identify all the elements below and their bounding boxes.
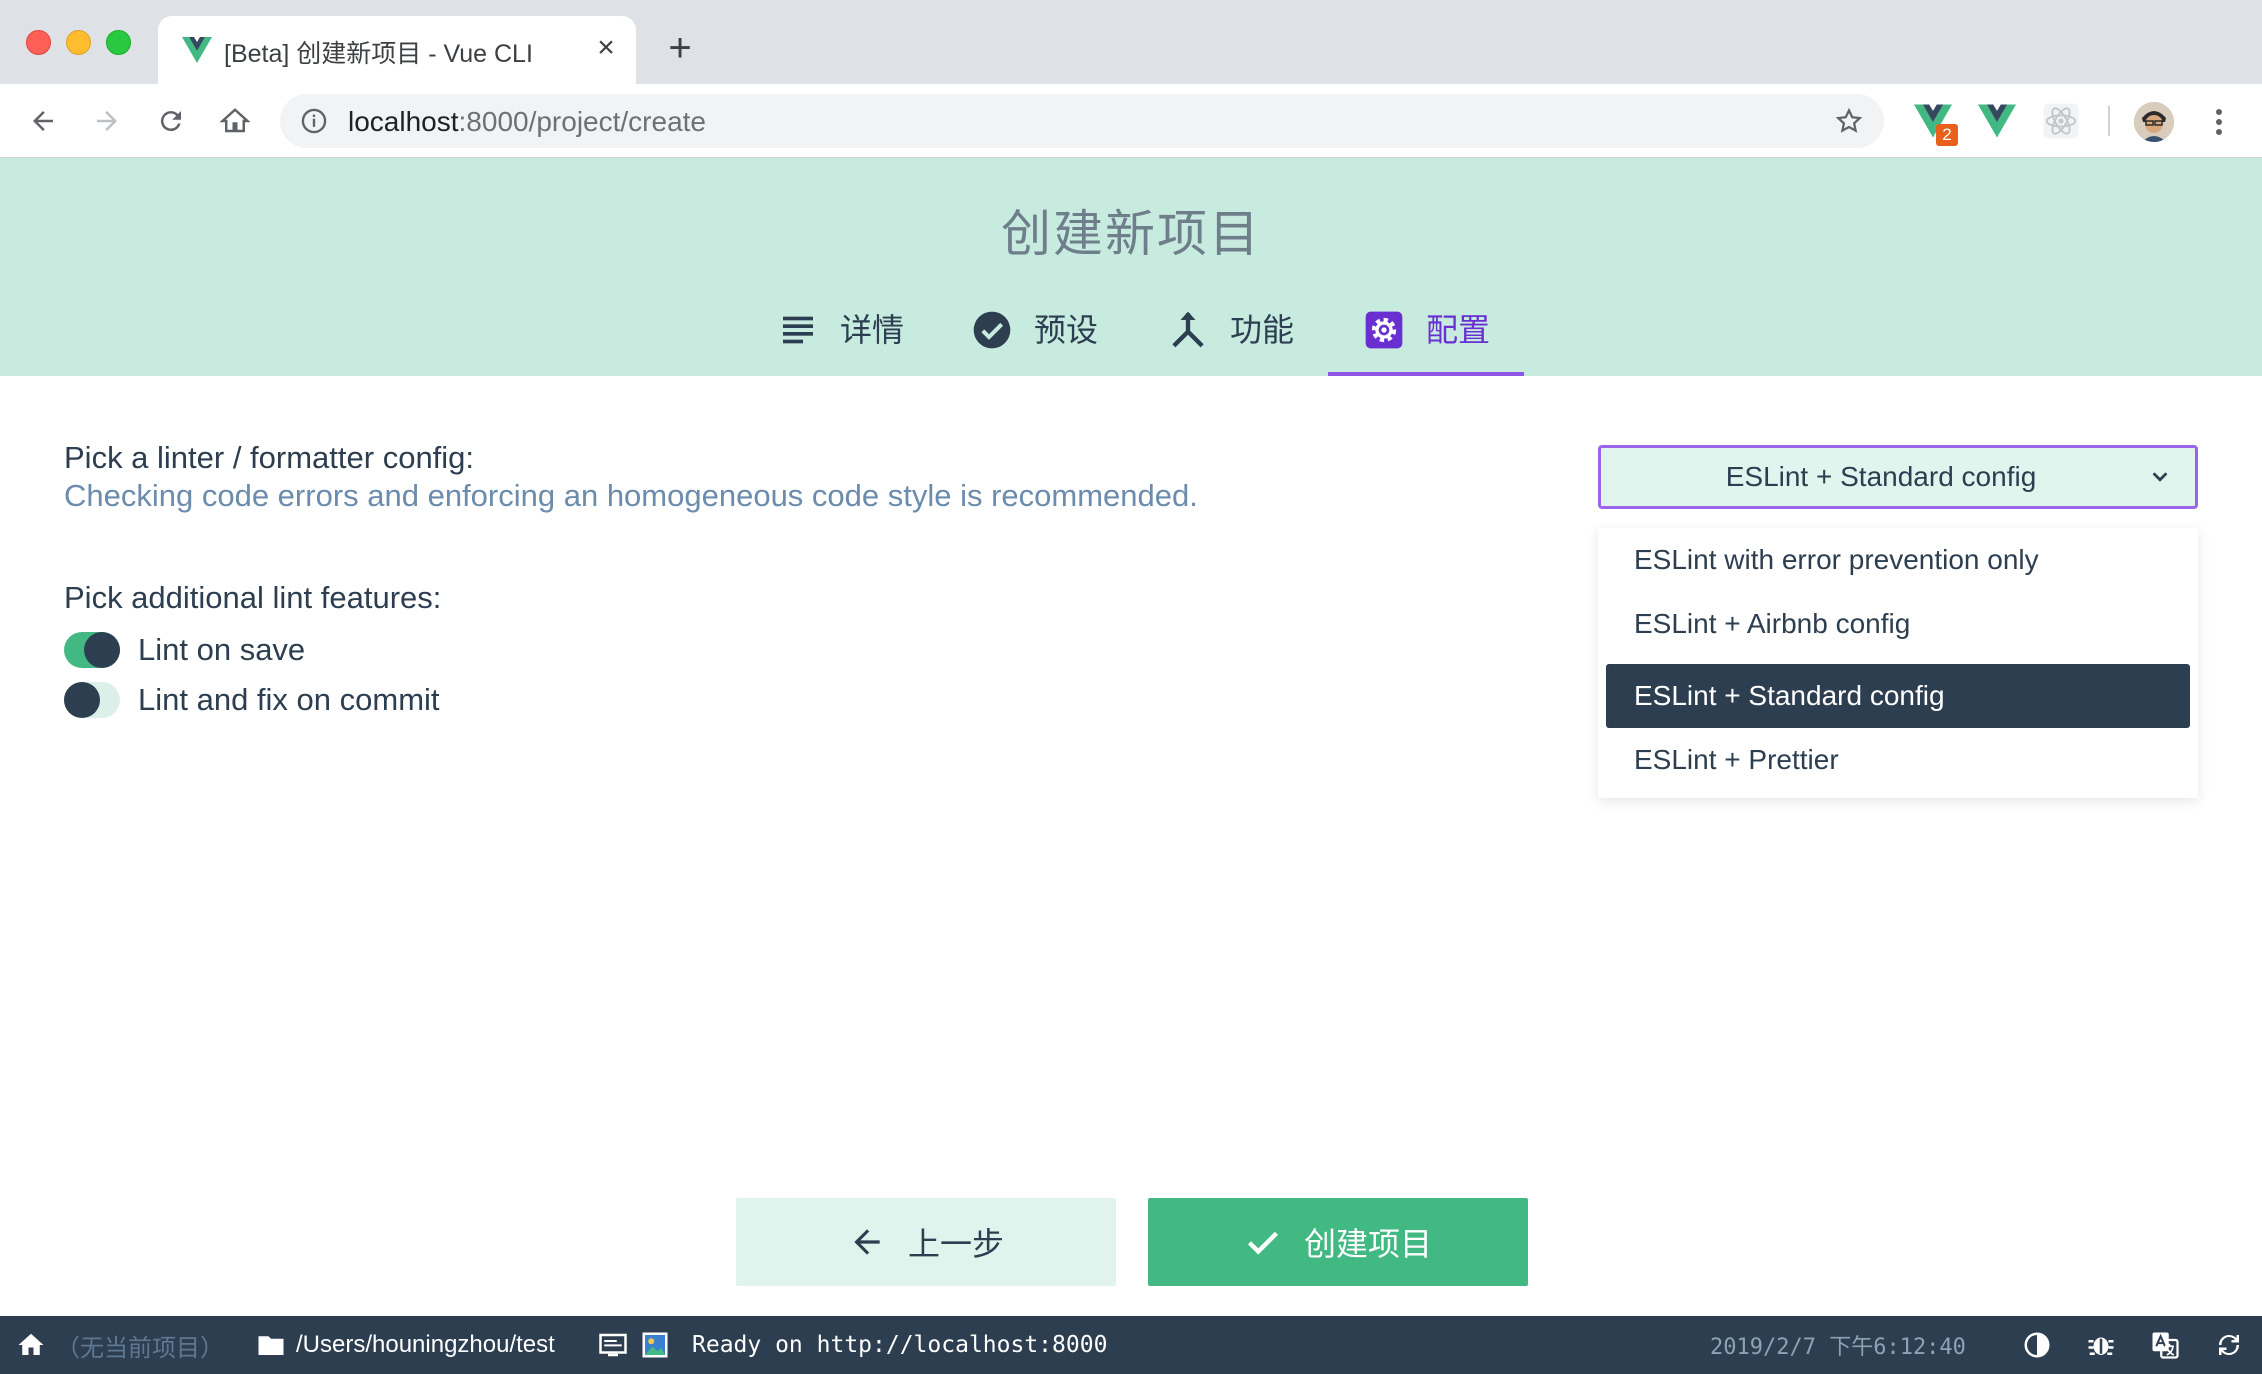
tab-close-icon[interactable]: × xyxy=(588,30,624,66)
url-host: localhost xyxy=(348,106,459,137)
home-icon xyxy=(18,1333,44,1355)
subject-icon xyxy=(783,316,813,344)
toggle-label: Lint and fix on commit xyxy=(138,682,440,717)
translate-icon xyxy=(2152,1332,2179,1359)
browser-toolbar: localhost:8000/project/create 2 xyxy=(0,84,2262,158)
window-close-button[interactable] xyxy=(26,30,51,55)
dropdown-arrow xyxy=(1886,516,1910,528)
console-log-button[interactable]: Ready on http://localhost:8000 xyxy=(598,1316,1107,1374)
linter-config-description: Checking code errors and enforcing an ho… xyxy=(64,478,1198,513)
avatar-icon xyxy=(2134,102,2174,142)
clock: 2019/2/7 下午6:12:40 xyxy=(1710,1316,1966,1374)
clock-time: 2019/2/7 下午6:12:40 xyxy=(1710,1335,1966,1360)
home-button[interactable] xyxy=(214,100,256,142)
lint-on-save-row[interactable]: Lint on save xyxy=(64,630,305,670)
lint-on-save-toggle[interactable] xyxy=(64,632,120,668)
dropdown-option[interactable]: ESLint + Prettier xyxy=(1606,728,2190,792)
tab-presets[interactable]: 预设 xyxy=(972,298,1098,376)
call-split-icon xyxy=(1172,311,1204,348)
extension-badge: 2 xyxy=(1936,124,1958,146)
refresh-icon xyxy=(2219,1334,2239,1356)
home-icon xyxy=(220,108,250,133)
toolbar-separator xyxy=(2108,106,2110,136)
more-vert-icon[interactable] xyxy=(2204,102,2234,142)
report-bug-button[interactable] xyxy=(2086,1316,2116,1374)
previous-step-button[interactable]: 上一步 xyxy=(736,1198,1116,1286)
check-circle-icon xyxy=(973,311,1011,349)
dropdown-option[interactable]: ESLint with error prevention only xyxy=(1606,528,2190,592)
window-zoom-button[interactable] xyxy=(106,30,131,55)
chevron-down-icon xyxy=(2152,472,2168,482)
forward-button[interactable] xyxy=(86,100,128,142)
url-text[interactable]: localhost:8000/project/create xyxy=(348,106,706,138)
cwd-path: /Users/houningzhou/test xyxy=(296,1331,555,1358)
browser-tabbar: [Beta] 创建新项目 - Vue CLI × + xyxy=(0,0,2262,84)
vue-extension-icon[interactable] xyxy=(1978,102,2016,140)
arrow-back-icon xyxy=(33,111,53,131)
project-manager-button[interactable]: （无当前项目） xyxy=(16,1316,224,1374)
tab-features[interactable]: 功能 xyxy=(1168,298,1294,376)
toggle-knob xyxy=(64,682,100,718)
linter-config-select[interactable]: ESLint + Standard config xyxy=(1598,445,2198,509)
select-value: ESLint + Standard config xyxy=(1725,461,2037,492)
tab-details[interactable]: 详情 xyxy=(778,298,904,376)
translate-button[interactable] xyxy=(2150,1316,2180,1374)
tab-config[interactable]: 配置 xyxy=(1364,298,1490,376)
url-path: :8000/project/create xyxy=(458,106,707,137)
arrow-back-icon xyxy=(854,1229,880,1255)
tab-label: 功能 xyxy=(1230,312,1295,348)
tab-label: 预设 xyxy=(1034,312,1099,348)
refresh-button[interactable] xyxy=(2214,1316,2244,1374)
dropdown-option-selected[interactable]: ESLint + Standard config xyxy=(1606,664,2190,728)
dropdown-option[interactable]: ESLint + Airbnb config xyxy=(1606,592,2190,656)
linter-config-dropdown: ESLint with error prevention only ESLint… xyxy=(1598,528,2198,798)
tab-label: 配置 xyxy=(1426,312,1491,348)
check-icon xyxy=(1247,1231,1279,1255)
create-project-label: 创建项目 xyxy=(1303,1226,1432,1262)
toggle-label: Lint on save xyxy=(138,632,306,667)
folder-icon xyxy=(258,1336,284,1355)
lint-fix-on-commit-toggle[interactable] xyxy=(64,682,120,718)
bug-icon xyxy=(2088,1337,2114,1355)
tab-title: [Beta] 创建新项目 - Vue CLI xyxy=(224,40,533,68)
browser-tab[interactable]: [Beta] 创建新项目 - Vue CLI × xyxy=(158,16,636,84)
back-button[interactable] xyxy=(22,100,64,142)
arrow-forward-icon xyxy=(97,111,117,131)
reload-button[interactable] xyxy=(150,100,192,142)
tab-label: 详情 xyxy=(840,312,905,348)
window-minimize-button[interactable] xyxy=(66,30,91,55)
cwd-button[interactable]: /Users/houningzhou/test xyxy=(256,1316,555,1374)
lint-features-label: Pick additional lint features: xyxy=(64,580,442,615)
info-icon[interactable] xyxy=(300,107,328,135)
reload-icon xyxy=(160,111,181,132)
vue-logo-icon xyxy=(182,37,212,63)
dark-mode-button[interactable] xyxy=(2022,1316,2052,1374)
react-devtools-icon[interactable] xyxy=(2042,102,2080,140)
log-image-icon xyxy=(642,1332,668,1358)
active-tab-indicator xyxy=(1328,372,1524,376)
linter-config-label: Pick a linter / formatter config: xyxy=(64,440,475,475)
create-project-button[interactable]: 创建项目 xyxy=(1148,1198,1528,1286)
settings-icon xyxy=(1365,311,1403,349)
lint-fix-on-commit-row[interactable]: Lint and fix on commit xyxy=(64,680,440,720)
profile-avatar[interactable] xyxy=(2134,102,2174,142)
new-tab-button[interactable]: + xyxy=(660,28,700,68)
address-bar[interactable]: localhost:8000/project/create xyxy=(280,94,1884,148)
page-title: 创建新项目 xyxy=(1001,206,1261,262)
log-message: Ready on http://localhost:8000 xyxy=(692,1332,1108,1358)
toggle-knob xyxy=(84,632,120,668)
page-header: 创建新项目 详情 预设 功能 配置 xyxy=(0,158,2262,376)
status-bar: （无当前项目） /Users/houningzhou/test Ready on… xyxy=(0,1316,2262,1374)
terminal-icon xyxy=(599,1333,627,1357)
invert-colors-icon xyxy=(2024,1332,2050,1358)
previous-step-label: 上一步 xyxy=(907,1226,1004,1262)
bookmark-star-icon[interactable] xyxy=(1834,106,1864,136)
current-project-label: （无当前项目） xyxy=(56,1334,224,1362)
